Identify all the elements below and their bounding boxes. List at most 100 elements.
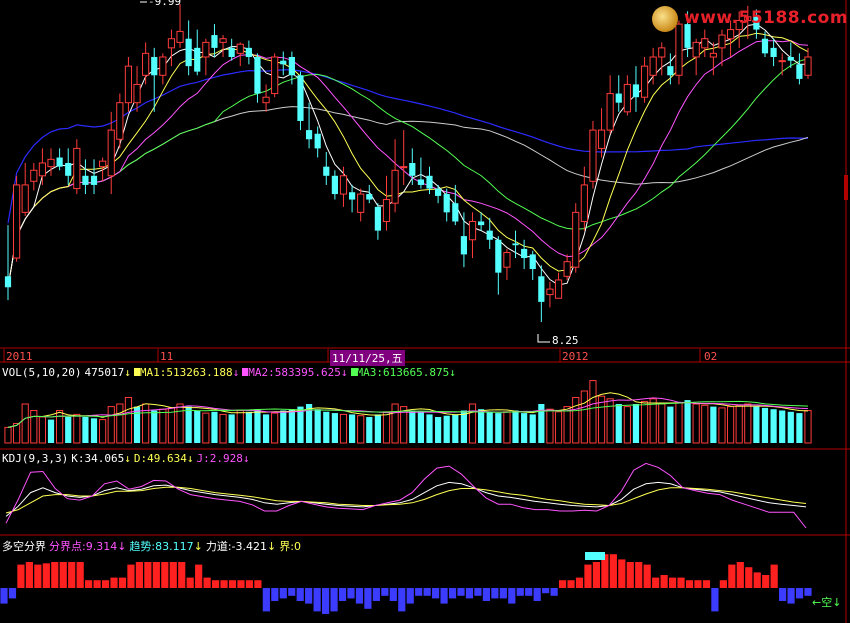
candle-up <box>468 220 477 241</box>
candle-down <box>460 236 468 255</box>
candle-up <box>606 93 614 131</box>
dkfj-bar-short <box>533 588 541 601</box>
candle-up <box>176 30 184 43</box>
vol-ma1: MA1:513263.188 <box>139 366 233 379</box>
vol-bar-down <box>280 410 287 443</box>
candle-down <box>254 57 261 94</box>
dkfj-bar-long <box>702 580 711 588</box>
candle-up <box>142 52 150 76</box>
dkfj-bar-short <box>389 588 397 601</box>
vol-bar-up <box>99 419 107 444</box>
dkfj-bar-long <box>677 577 685 588</box>
dkfj-force: 力道:-3.421 <box>205 540 268 553</box>
vol-bar-down <box>684 400 691 443</box>
candle-up <box>709 52 717 58</box>
vol-bar-up <box>804 410 812 444</box>
dkfj-bar-short <box>338 588 347 601</box>
date-label-selected[interactable]: 11/11/25,五 <box>330 350 405 366</box>
vol-bar-up <box>546 408 554 444</box>
dkfj-bar-long <box>635 562 643 588</box>
dkfj-bar-short <box>448 588 457 599</box>
candle-down <box>314 133 321 149</box>
ma60-line <box>7 106 809 288</box>
dkfj-bar-short <box>432 588 440 599</box>
vol-bar-up <box>606 398 614 444</box>
candle-down <box>65 163 72 176</box>
dkfj-bar-long <box>685 580 694 588</box>
dkfj-bar-long <box>245 580 254 588</box>
dkfj-bar-long <box>694 580 702 588</box>
dkfj-peak-marker <box>585 552 605 560</box>
vol-ma2: MA2:583395.625 <box>248 366 341 379</box>
vol-bar-up <box>38 416 47 444</box>
vol-name: VOL(5,10,20) <box>2 366 82 379</box>
dkfj-bar-short <box>0 588 8 604</box>
dkfj-bar-short <box>550 588 558 596</box>
candle-up <box>357 193 365 213</box>
dkfj-bar-short <box>499 588 507 599</box>
candle-up <box>47 158 55 168</box>
vol-header: VOL(5,10,20) 475017↓ MA1:513263.188↓ MA2:58… <box>2 366 456 379</box>
vol-bar-up <box>167 407 176 444</box>
candle-up <box>30 169 38 182</box>
vol-bar-down <box>529 414 536 443</box>
dkfj-bar-long <box>101 580 110 588</box>
vol-bar-down <box>710 406 717 443</box>
vol-bar-down <box>426 414 433 443</box>
vol-bar-down <box>615 404 622 443</box>
vol-bar-up <box>219 413 227 444</box>
candle-up <box>99 160 107 168</box>
vol-bar-up <box>726 406 735 444</box>
dkfj-bound: 界:0 <box>279 540 301 553</box>
candle-up <box>675 23 683 76</box>
dkfj-bar-long <box>643 564 651 588</box>
dkfj-bar-short <box>482 588 490 601</box>
candle-down <box>331 175 338 195</box>
chart-canvas[interactable] <box>0 0 850 623</box>
candle-down <box>280 60 287 65</box>
dkfj-bar-long <box>736 562 744 588</box>
vol-bar-up <box>744 403 752 444</box>
scroll-marker <box>844 175 848 200</box>
vol-bar-down <box>323 411 330 443</box>
dkfj-bar-short <box>305 588 313 604</box>
vol-bar-down <box>495 413 502 443</box>
vol-bar-down <box>297 406 304 443</box>
watermark: www.55188.com <box>684 8 849 28</box>
dkfj-bar-long <box>567 580 575 588</box>
dkfj-bar-short <box>279 588 287 599</box>
dkfj-bar-long <box>152 562 160 588</box>
vol-bar-up <box>735 404 743 444</box>
candle-down <box>245 47 252 57</box>
vol-bar-down <box>374 414 381 443</box>
dkfj-bar-long <box>660 575 668 588</box>
candle-down <box>632 84 640 98</box>
vol-bar-down <box>478 409 485 443</box>
candle-up <box>107 129 115 177</box>
vol-bar-down <box>133 406 141 443</box>
vol-bar-down <box>417 411 424 443</box>
candle-up <box>73 147 81 190</box>
vol-bar-up <box>56 410 64 444</box>
candle-up <box>658 47 666 58</box>
dkfj-bar-short <box>271 588 279 601</box>
dkfj-bar-long <box>728 564 736 588</box>
dkfj-bar-long <box>237 580 245 588</box>
dkfj-bar-long <box>85 580 93 588</box>
vol-bar-down <box>288 409 295 443</box>
vol-bar-down <box>151 410 158 443</box>
dkfj-bar-short <box>8 588 17 599</box>
candle-up <box>649 56 657 76</box>
dkfj-bar-long <box>652 577 660 588</box>
candle-down <box>787 57 794 61</box>
vol-bar-up <box>339 413 348 444</box>
vol-bar-up <box>572 397 580 444</box>
vol-bar-up <box>658 403 666 444</box>
candle-up <box>623 83 631 113</box>
candle-down <box>288 57 295 76</box>
candle-up <box>804 56 812 76</box>
candle-down <box>90 175 98 185</box>
vol-bar-up <box>159 408 167 444</box>
dkfj-bar-long <box>575 577 584 588</box>
candle-up <box>133 83 141 104</box>
